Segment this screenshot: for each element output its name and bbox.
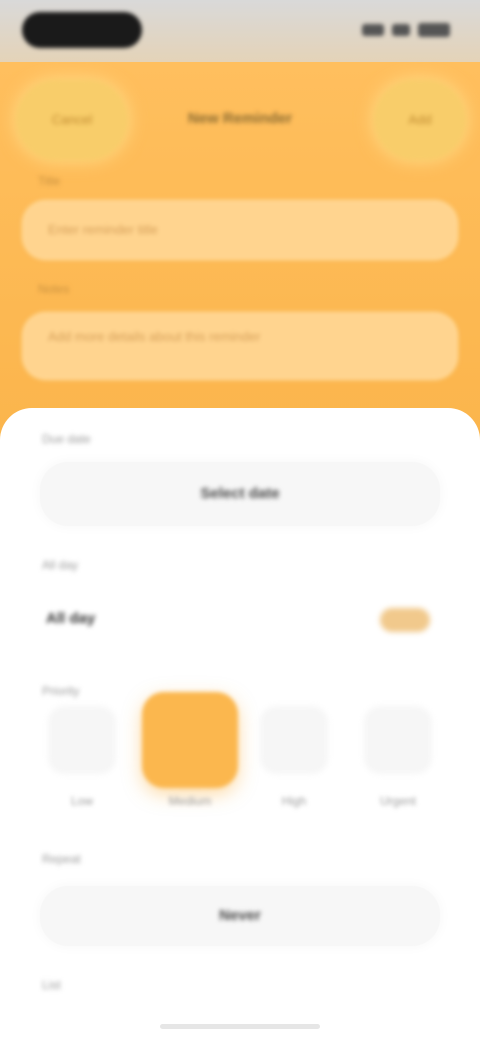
priority-option-medium[interactable]: Medium bbox=[142, 692, 238, 818]
priority-option-label: Low bbox=[70, 794, 93, 808]
all-day-label: All day bbox=[46, 610, 96, 627]
status-time: 9:41 bbox=[22, 12, 142, 48]
phone-screen: 9:41 Cancel New Reminder Add Title Enter… bbox=[0, 0, 480, 1040]
status-bar: 9:41 bbox=[0, 0, 480, 62]
priority-option-urgent[interactable]: Urgent bbox=[360, 698, 436, 818]
title-input[interactable]: Enter reminder title bbox=[22, 200, 458, 260]
select-date-button-label: Select date bbox=[200, 485, 280, 502]
battery-icon bbox=[418, 23, 450, 37]
form-header-panel: Cancel New Reminder Add Title Enter remi… bbox=[0, 62, 480, 432]
all-day-toggle[interactable] bbox=[380, 608, 430, 632]
list-label: List bbox=[42, 978, 61, 992]
all-day-section-label: All day bbox=[42, 558, 79, 572]
home-indicator bbox=[160, 1024, 320, 1029]
notes-input[interactable]: Add more details about this reminder bbox=[22, 312, 458, 380]
notes-field-label: Notes bbox=[38, 282, 70, 296]
wifi-icon bbox=[392, 24, 410, 36]
priority-low-icon bbox=[48, 706, 116, 774]
repeat-label: Repeat bbox=[42, 852, 81, 866]
all-day-row[interactable]: All day bbox=[30, 590, 450, 650]
priority-medium-icon bbox=[142, 692, 238, 788]
priority-option-low[interactable]: Low bbox=[44, 698, 120, 818]
priority-selector: Low Medium High Urgent bbox=[30, 692, 450, 828]
priority-option-label: Medium bbox=[168, 794, 212, 808]
priority-option-label: High bbox=[281, 794, 307, 808]
add-button[interactable]: Add bbox=[374, 80, 466, 160]
nav-row: Cancel New Reminder Add bbox=[0, 80, 480, 164]
cancel-button[interactable]: Cancel bbox=[16, 80, 128, 160]
notes-placeholder: Add more details about this reminder bbox=[48, 329, 261, 344]
priority-option-label: Urgent bbox=[379, 794, 417, 808]
status-icons bbox=[354, 22, 450, 38]
priority-urgent-icon bbox=[364, 706, 432, 774]
signal-icon bbox=[362, 24, 384, 36]
priority-label: Priority bbox=[42, 684, 80, 698]
repeat-button-label: Never bbox=[219, 907, 261, 924]
due-date-label: Due date bbox=[42, 432, 91, 446]
title-placeholder: Enter reminder title bbox=[48, 222, 158, 237]
options-sheet: Due date Select date All day All day Pri… bbox=[0, 408, 480, 1040]
repeat-button[interactable]: Never bbox=[40, 886, 440, 946]
select-date-button[interactable]: Select date bbox=[40, 462, 440, 526]
priority-option-high[interactable]: High bbox=[256, 698, 332, 818]
title-field-label: Title bbox=[38, 174, 61, 188]
page-title: New Reminder bbox=[187, 110, 293, 127]
priority-high-icon bbox=[260, 706, 328, 774]
